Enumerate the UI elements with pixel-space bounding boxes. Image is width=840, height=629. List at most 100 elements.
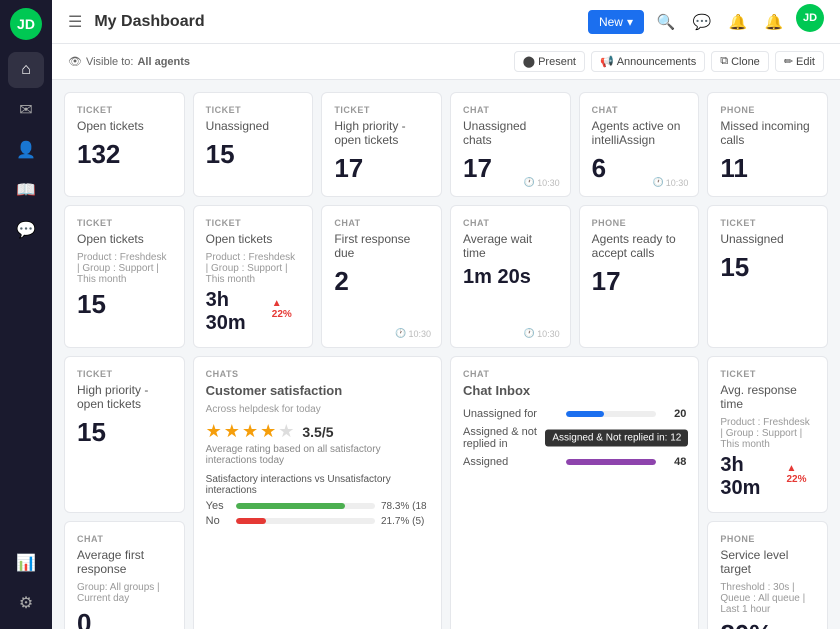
card-type: CHAT	[463, 105, 558, 115]
assigned-label: Assigned	[463, 456, 560, 468]
no-row: No 21.7% (5)	[206, 515, 429, 527]
sidebar-item-contacts[interactable]: 👤	[8, 132, 44, 168]
card-label: Average wait time	[463, 232, 558, 260]
yes-bar-track	[236, 503, 375, 509]
card-label: Unassigned	[206, 119, 301, 133]
yes-row: Yes 78.3% (18	[206, 500, 429, 512]
card-type: TICKET	[334, 105, 429, 115]
notification-icon[interactable]: 🔔	[760, 8, 788, 36]
yes-pct: 78.3% (18	[381, 501, 429, 512]
card-label: Open tickets	[77, 232, 172, 246]
card-value: 3h 30m	[720, 454, 780, 500]
star-2: ★	[224, 421, 240, 442]
card-value: 132	[77, 139, 172, 170]
card-meta: Group: All groups | Current day	[77, 582, 172, 604]
assigned-row: Assigned 48	[463, 456, 686, 468]
edit-button[interactable]: ✏ Edit	[775, 51, 824, 72]
no-bar-track	[236, 518, 375, 524]
card-type: CHAT	[334, 218, 429, 228]
sidebar-item-chat[interactable]: 💬	[8, 212, 44, 248]
card-high-priority-2-15: TICKET High priority - open tickets 15	[64, 356, 185, 513]
card-type: CHAT	[463, 218, 558, 228]
present-button[interactable]: ⬤ Present	[514, 51, 585, 72]
card-avg-first-response: CHAT Average first response Group: All g…	[64, 521, 185, 629]
card-unassigned-chats-17: CHAT Unassigned chats 17 🕐 10:30	[450, 92, 571, 197]
no-bar-fill	[236, 518, 266, 524]
bell-icon[interactable]: 🔔	[724, 8, 752, 36]
card-missed-calls-11: PHONE Missed incoming calls 11	[707, 92, 828, 197]
card-type: TICKET	[206, 218, 301, 228]
yes-label: Yes	[206, 500, 230, 512]
card-avg-wait-time: CHAT Average wait time 1m 20s 🕐 10:30	[450, 205, 571, 348]
sidebar-item-home[interactable]: ⌂	[8, 52, 44, 88]
clone-button[interactable]: ⧉ Clone	[711, 51, 769, 72]
card-type: PHONE	[720, 105, 815, 115]
card-label: Open tickets	[77, 119, 172, 133]
card-value: 15	[77, 417, 172, 448]
card-value: 15	[77, 289, 172, 320]
announcements-button[interactable]: 📢 Announcements	[591, 51, 705, 72]
assigned-bar-track	[566, 459, 656, 465]
chat-inbox-label: Chat Inbox	[463, 383, 686, 398]
card-label: Avg. response time	[720, 383, 815, 411]
chat-icon[interactable]: 💬	[688, 8, 716, 36]
card-unassigned-2-15: TICKET Unassigned 15	[707, 205, 828, 348]
card-time: 🕐 10:30	[524, 177, 560, 188]
card-type: CHAT	[77, 534, 172, 544]
subbar-actions: ⬤ Present 📢 Announcements ⧉ Clone ✏ Edit	[514, 51, 824, 72]
card-high-priority-17: TICKET High priority - open tickets 17	[321, 92, 442, 197]
clone-icon: ⧉	[720, 55, 728, 68]
topbar: ☰ My Dashboard New ▾ 🔍 💬 🔔 🔔 JD	[52, 0, 840, 44]
sidebar-item-inbox[interactable]: ✉	[8, 92, 44, 128]
clock-icon: 🕐	[524, 177, 535, 188]
card-meta: Product : Freshdesk | Group : Support | …	[77, 252, 172, 285]
present-icon: ⬤	[523, 55, 535, 68]
card-agents-active-6: CHAT Agents active on intelliAssign 6 🕐 …	[579, 92, 700, 197]
eye-icon: 👁	[68, 55, 82, 68]
announcements-icon: 📢	[600, 55, 614, 68]
topbar-actions: New ▾ 🔍 💬 🔔 🔔 JD	[588, 4, 824, 40]
card-chats-satisfaction: CHATS Customer satisfaction Across helpd…	[193, 356, 442, 629]
card-agents-ready-17: PHONE Agents ready to accept calls 17	[579, 205, 700, 348]
star-rating: ★ ★ ★ ★ ★ 3.5/5	[206, 421, 429, 442]
hamburger-icon[interactable]: ☰	[68, 12, 82, 32]
card-label: Unassigned	[720, 232, 815, 246]
card-type: PHONE	[592, 218, 687, 228]
card-open-tickets-filter-15: TICKET Open tickets Product : Freshdesk …	[64, 205, 185, 348]
unassigned-count: 20	[662, 408, 686, 420]
star-3: ★	[242, 421, 258, 442]
unassigned-label: Unassigned for	[463, 408, 560, 420]
star-1: ★	[206, 421, 222, 442]
card-open-tickets-132: TICKET Open tickets 132	[64, 92, 185, 197]
star-4: ★	[260, 421, 276, 442]
new-button[interactable]: New ▾	[588, 10, 644, 34]
card-sublabel: Across helpdesk for today	[206, 404, 429, 415]
sidebar-logo: JD	[10, 8, 42, 40]
card-avg-response-3h30m: TICKET Avg. response time Product : Fres…	[707, 356, 828, 513]
new-button-label: New	[599, 15, 623, 29]
card-label: Agents ready to accept calls	[592, 232, 687, 260]
assigned-not-replied-tooltip: Assigned & Not replied in: 12	[545, 430, 688, 447]
card-value: 15	[720, 252, 815, 283]
no-pct: 21.7% (5)	[381, 516, 429, 527]
clock-icon: 🕐	[395, 328, 406, 339]
assigned-count: 48	[662, 456, 686, 468]
sidebar-item-knowledge[interactable]: 📖	[8, 172, 44, 208]
sidebar-item-settings[interactable]: ⚙	[8, 585, 44, 621]
assigned-not-replied-row: Assigned & not replied in 12 Assigned & …	[463, 426, 686, 450]
page-title: My Dashboard	[94, 13, 580, 31]
card-label: High priority - open tickets	[334, 119, 429, 147]
card-value: 15	[206, 139, 301, 170]
clock-icon: 🕐	[524, 328, 535, 339]
card-type: TICKET	[77, 105, 172, 115]
card-label: Missed incoming calls	[720, 119, 815, 147]
sidebar: JD ⌂ ✉ 👤 📖 💬 📊 ⚙	[0, 0, 52, 629]
card-meta: Product : Freshdesk | Group : Support | …	[206, 252, 301, 285]
chevron-down-icon: ▾	[627, 15, 633, 29]
card-value: 2	[334, 266, 429, 297]
card-label: High priority - open tickets	[77, 383, 172, 411]
card-type: CHAT	[463, 369, 686, 379]
avatar[interactable]: JD	[796, 4, 824, 32]
search-icon[interactable]: 🔍	[652, 8, 680, 36]
sidebar-item-reports[interactable]: 📊	[8, 545, 44, 581]
